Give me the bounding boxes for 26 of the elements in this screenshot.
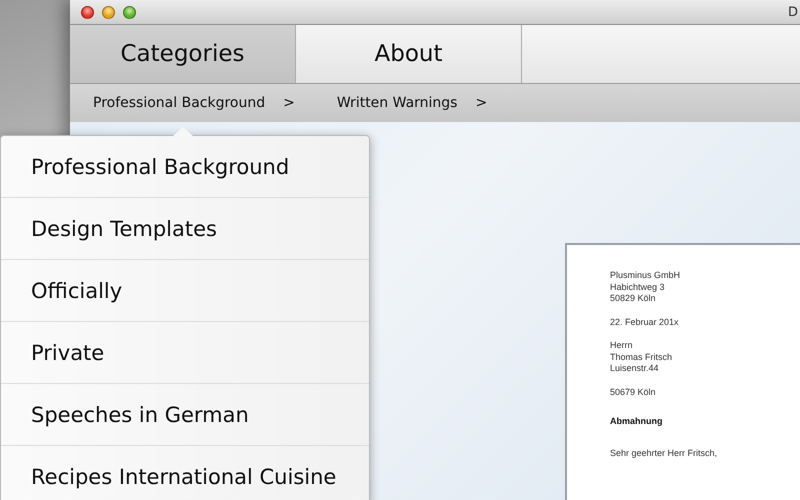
breadcrumb-link[interactable]: Written Warnings [336,95,458,111]
letter-line: Herrn [610,340,634,352]
breadcrumb-separator: > [475,95,488,111]
window-title: D [788,4,799,20]
breadcrumb-separator: > [283,95,295,111]
tab[interactable]: Categories [70,25,296,83]
letter-line: Plusminus GmbH [610,270,682,282]
letter-subject: Abmahnung [610,416,664,428]
letter-line: Thomas Fritsch [610,352,674,363]
letter-line: 50679 Köln [610,386,657,398]
letter-line: 50829 Köln [610,293,657,304]
breadcrumb-link[interactable]: Professional Background [93,95,266,111]
menu-item[interactable]: Speeches in German [1,384,369,446]
menu-item[interactable]: Officially [1,260,369,322]
letter-line: Sehr geehrter Herr Fritsch, [610,448,718,459]
letter-line: Habichtweg 3 [610,282,666,293]
menu-item[interactable]: Professional Background [1,136,369,198]
popover-pointer [173,127,193,136]
menu-item[interactable]: Design Templates [1,198,369,260]
zoom-button[interactable] [123,6,136,18]
letter-line: 22. Februar 201x [610,316,680,328]
menu-item[interactable]: Private [1,322,369,384]
close-button[interactable] [81,6,94,18]
menu-item[interactable]: Recipes International Cuisine [1,446,369,500]
letter-line: Luisenstr.44 [610,363,660,374]
minimize-button[interactable] [102,6,115,18]
